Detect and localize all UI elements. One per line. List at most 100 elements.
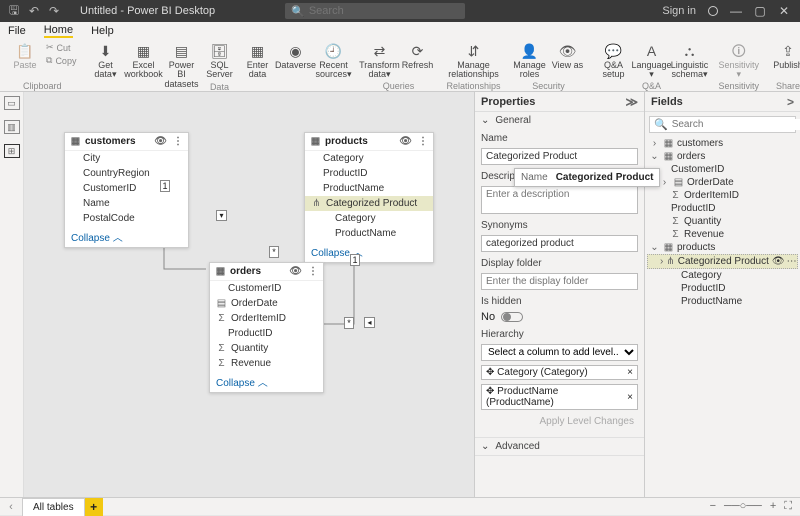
collapse-pane-icon[interactable]: > xyxy=(787,95,794,109)
field-row[interactable]: Name xyxy=(65,196,188,211)
hierarchy-select[interactable]: Select a column to add level... xyxy=(481,344,638,361)
maximize-button[interactable]: ▢ xyxy=(748,4,772,18)
tree-table[interactable]: ⌄▦orders xyxy=(647,150,798,163)
eye-icon[interactable]: 👁 xyxy=(289,266,302,277)
field-row[interactable]: ProductName xyxy=(305,181,433,196)
entity-orders[interactable]: ▦orders👁⋮ CustomerID ▤OrderDate ΣOrderIt… xyxy=(209,262,324,393)
get-data-button[interactable]: ⬇Get data▾ xyxy=(88,42,122,80)
enter-data-button[interactable]: ▦Enter data xyxy=(240,42,274,80)
more-icon[interactable]: ⋯ xyxy=(787,256,797,267)
remove-level-icon[interactable]: × xyxy=(627,367,633,378)
collapse-pane-icon[interactable]: ≫ xyxy=(625,95,638,109)
tab-file[interactable]: File xyxy=(8,25,26,37)
entity-products[interactable]: ▦products👁⋮ Category ProductID ProductNa… xyxy=(304,132,434,263)
more-icon[interactable]: ⋮ xyxy=(173,136,183,147)
linguistic-button[interactable]: ⛬Linguistic schema▾ xyxy=(672,42,706,80)
field-row[interactable]: Category xyxy=(305,211,433,226)
tree-field[interactable]: ΣQuantity xyxy=(647,215,798,228)
eye-icon[interactable]: 👁 xyxy=(772,256,785,267)
ishidden-toggle[interactable] xyxy=(501,312,523,322)
fields-search[interactable]: 🔍 xyxy=(649,116,796,133)
account-icon[interactable] xyxy=(708,6,718,16)
layout-tab[interactable]: All tables xyxy=(22,498,85,516)
apply-level-changes[interactable]: Apply Level Changes xyxy=(481,414,638,431)
language-button[interactable]: ALanguage ▾ xyxy=(634,42,668,80)
name-input[interactable] xyxy=(481,148,638,165)
field-row[interactable]: ▤OrderDate xyxy=(210,296,323,311)
save-icon[interactable]: 🖫 xyxy=(4,1,24,21)
field-row[interactable]: ProductID xyxy=(210,326,323,341)
field-row[interactable]: City xyxy=(65,151,188,166)
report-view-icon[interactable]: ▭ xyxy=(4,96,20,110)
more-icon[interactable]: ⋮ xyxy=(418,136,428,147)
field-row[interactable]: ΣRevenue xyxy=(210,356,323,371)
displayfolder-input[interactable] xyxy=(481,273,638,290)
model-view-icon[interactable]: ⊞ xyxy=(4,144,20,158)
tree-field[interactable]: ProductID xyxy=(647,202,798,215)
section-advanced[interactable]: ⌄Advanced xyxy=(475,438,644,455)
relationships-button[interactable]: ⇵Manage relationships xyxy=(456,42,490,80)
tree-field[interactable]: ProductID xyxy=(647,282,798,295)
add-layout-button[interactable]: + xyxy=(85,498,103,516)
sql-button[interactable]: 🗄SQL Server xyxy=(202,42,236,80)
field-row[interactable]: PostalCode xyxy=(65,211,188,226)
field-row[interactable]: ΣOrderItemID xyxy=(210,311,323,326)
pbids-button[interactable]: ▤Power BI datasets xyxy=(164,42,198,89)
tree-field[interactable]: ΣRevenue xyxy=(647,228,798,241)
tab-scroll-left[interactable]: ‹ xyxy=(0,501,22,513)
recent-button[interactable]: 🕘Recent sources▾ xyxy=(316,42,350,80)
zoom-slider[interactable]: ──○── xyxy=(724,500,762,513)
hierarchy-level[interactable]: ✥ ProductName (ProductName)× xyxy=(481,384,638,410)
model-canvas[interactable]: ▦customers👁⋮ City CountryRegion Customer… xyxy=(24,92,474,497)
synonyms-input[interactable] xyxy=(481,235,638,252)
view-as-button[interactable]: 👁View as xyxy=(550,42,584,70)
eye-icon[interactable]: 👁 xyxy=(399,136,412,147)
redo-icon[interactable]: ↷ xyxy=(44,1,64,21)
remove-level-icon[interactable]: × xyxy=(627,392,633,403)
field-row[interactable]: CountryRegion xyxy=(65,166,188,181)
signin-link[interactable]: Sign in xyxy=(662,5,696,17)
entity-customers[interactable]: ▦customers👁⋮ City CountryRegion Customer… xyxy=(64,132,189,248)
tree-field[interactable]: CustomerID xyxy=(647,163,798,176)
field-row[interactable]: CustomerID xyxy=(210,281,323,296)
tree-table[interactable]: ⌄▦products xyxy=(647,241,798,254)
collapse-link[interactable]: Collapse ︿ xyxy=(210,371,323,392)
copy-button[interactable]: ⧉Copy xyxy=(46,55,76,66)
manage-roles-button[interactable]: 👤Manage roles xyxy=(512,42,546,80)
close-button[interactable]: ✕ xyxy=(772,4,796,18)
minimize-button[interactable]: — xyxy=(724,4,748,18)
undo-icon[interactable]: ↶ xyxy=(24,1,44,21)
tab-home[interactable]: Home xyxy=(44,24,73,38)
zoom-out-icon[interactable]: − xyxy=(710,500,716,513)
zoom-in-icon[interactable]: + xyxy=(770,500,776,513)
refresh-button[interactable]: ⟳Refresh xyxy=(400,42,434,70)
sensitivity-button[interactable]: 🛈Sensitivity ▾ xyxy=(722,42,756,80)
paste-button[interactable]: 📋Paste xyxy=(8,42,42,70)
tab-help[interactable]: Help xyxy=(91,25,114,37)
collapse-link[interactable]: Collapse ︿ xyxy=(65,226,188,247)
fields-search-input[interactable] xyxy=(672,119,800,130)
titlebar-search-input[interactable] xyxy=(309,5,449,17)
description-input[interactable] xyxy=(481,186,638,214)
tree-table[interactable]: ›▦customers xyxy=(647,137,798,150)
tree-field[interactable]: ›▤OrderDate xyxy=(647,176,798,189)
excel-button[interactable]: ▦Excel workbook xyxy=(126,42,160,80)
field-row-hierarchy[interactable]: ⋔Categorized Product xyxy=(305,196,433,211)
titlebar-search[interactable]: 🔍 xyxy=(285,3,465,19)
tree-field[interactable]: ΣOrderItemID xyxy=(647,189,798,202)
field-row[interactable]: ΣQuantity xyxy=(210,341,323,356)
more-icon[interactable]: ⋮ xyxy=(308,266,318,277)
data-view-icon[interactable]: ▥ xyxy=(4,120,20,134)
qa-setup-button[interactable]: 💬Q&A setup xyxy=(596,42,630,80)
tree-field[interactable]: ProductName xyxy=(647,295,798,308)
fit-to-page-icon[interactable]: ⛶ xyxy=(784,500,792,513)
collapse-link[interactable]: Collapse ︿ xyxy=(305,241,433,262)
tree-hierarchy[interactable]: ›⋔Categorized Product👁⋯ xyxy=(647,254,798,269)
tree-field[interactable]: Category xyxy=(647,269,798,282)
cut-button[interactable]: ✂Cut xyxy=(46,42,76,53)
section-general[interactable]: ⌄General xyxy=(475,112,644,129)
hierarchy-level[interactable]: ✥ Category (Category)× xyxy=(481,365,638,380)
eye-icon[interactable]: 👁 xyxy=(154,136,167,147)
field-row[interactable]: ProductID xyxy=(305,166,433,181)
field-row[interactable]: ProductName xyxy=(305,226,433,241)
